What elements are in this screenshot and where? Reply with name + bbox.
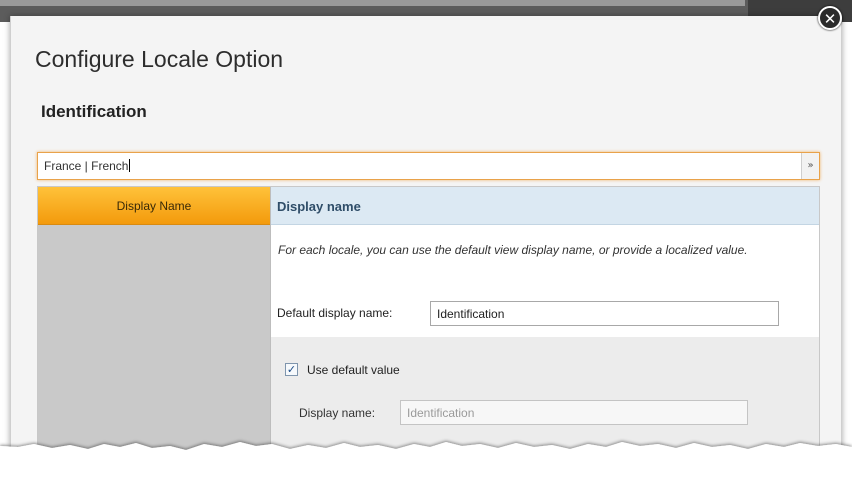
locale-select[interactable]: France | French » — [37, 152, 820, 180]
default-display-name-field[interactable] — [430, 301, 779, 326]
close-icon[interactable]: ✕ — [818, 6, 842, 30]
nav-item-display-name[interactable]: Display Name — [38, 187, 270, 225]
use-default-checkbox-label[interactable]: Use default value — [307, 363, 400, 377]
pane-header-title: Display name — [277, 199, 361, 214]
background-window-strip — [0, 0, 745, 6]
screenshot-stage: ✕ Configure Locale Option Identification… — [0, 0, 852, 481]
dialog-title: Configure Locale Option — [35, 46, 284, 72]
nav-item-label: Display Name — [116, 199, 192, 213]
configure-locale-dialog: Configure Locale Option Identification F… — [10, 16, 842, 481]
text-caret — [129, 159, 131, 172]
torn-paper-edge — [0, 442, 852, 481]
pane-header: Display name — [271, 187, 819, 225]
default-display-name-label: Default display name: — [277, 306, 393, 320]
pane-description: For each locale, you can use the default… — [278, 243, 748, 257]
section-title: Identification — [41, 102, 147, 121]
use-default-checkbox[interactable]: ✓ — [285, 363, 298, 376]
locale-select-value: France | French — [44, 159, 131, 173]
double-chevron-down-icon[interactable]: » — [801, 153, 819, 179]
display-name-label: Display name: — [299, 406, 376, 420]
display-name-field — [400, 400, 748, 425]
